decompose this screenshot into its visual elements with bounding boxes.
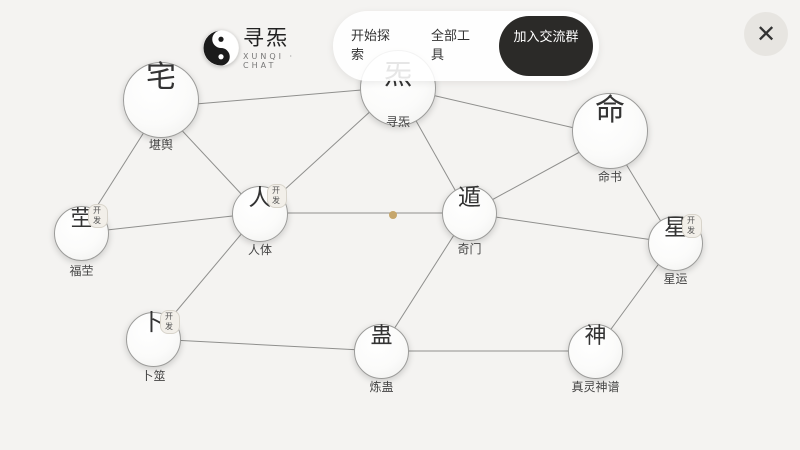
node-glyph: 命 <box>595 93 625 128</box>
dev-badge: 开发 <box>682 214 702 238</box>
edge-qimen-xingyun <box>467 212 675 244</box>
node-glyph: 遁 <box>458 185 481 211</box>
taiji-icon <box>203 30 239 66</box>
node-label: 福茔 <box>69 264 94 278</box>
node-label: 星运 <box>663 272 688 286</box>
node-kanyu[interactable]: 宅 堪舆 <box>123 60 199 152</box>
dev-badge: 开发 <box>160 310 180 334</box>
node-label: 卜筮 <box>141 369 166 383</box>
node-label: 堪舆 <box>148 138 174 152</box>
node-label: 奇门 <box>457 242 482 256</box>
node-fuying[interactable]: 茔 开发 福茔 <box>54 204 109 278</box>
dev-badge: 开发 <box>88 204 108 228</box>
close-icon: ✕ <box>755 20 777 48</box>
node-renti[interactable]: 人 开发 人体 <box>232 184 288 257</box>
node-buce[interactable]: 卜 开发 卜筮 <box>126 310 181 383</box>
node-mingshu[interactable]: 命 命书 <box>572 93 648 184</box>
brand-subtitle: XUNQI · CHAT <box>243 52 296 70</box>
edge-buce-liangu <box>152 338 381 352</box>
node-glyph: 宅 <box>146 60 176 95</box>
node-label: 炼蛊 <box>369 380 394 394</box>
node-glyph: 蛊 <box>370 324 393 349</box>
brand-name: 寻炁 <box>243 26 289 50</box>
center-dot <box>389 211 397 219</box>
nav-start-explore[interactable]: 开始探索 <box>351 27 397 65</box>
nav-all-tools[interactable]: 全部工具 <box>431 27 477 65</box>
node-label: 真灵神谱 <box>571 380 620 394</box>
node-label: 命书 <box>597 170 623 184</box>
node-liangu[interactable]: 蛊 炼蛊 <box>354 324 409 394</box>
join-group-button[interactable]: 加入交流群 <box>499 16 593 76</box>
node-qimen[interactable]: 遁 奇门 <box>442 185 497 256</box>
node-label: 人体 <box>247 243 273 257</box>
top-navbar: 开始探索 全部工具 加入交流群 <box>333 11 599 81</box>
node-label: 寻炁 <box>385 115 411 129</box>
node-shenpu[interactable]: 神 真灵神谱 <box>568 324 623 394</box>
node-xingyun[interactable]: 星 开发 星运 <box>648 214 703 286</box>
dev-badge: 开发 <box>267 184 287 208</box>
node-glyph: 神 <box>584 324 607 349</box>
close-button[interactable]: ✕ <box>744 12 788 56</box>
